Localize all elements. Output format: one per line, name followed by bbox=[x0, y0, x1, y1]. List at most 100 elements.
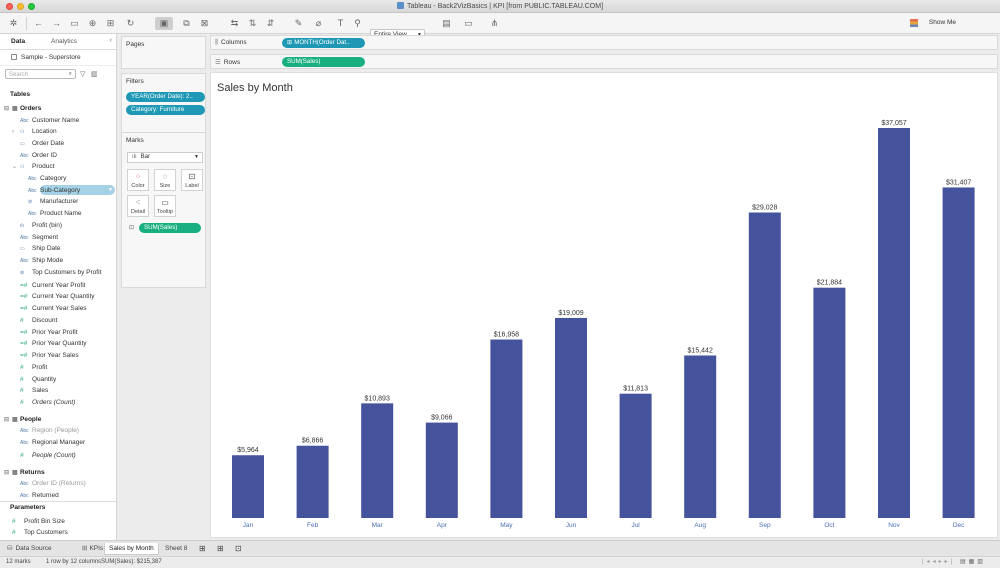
field-region-people[interactable]: Abc Region (People) bbox=[20, 425, 79, 436]
field-current-year-quantity[interactable]: =# Current Year Quantity bbox=[20, 291, 95, 302]
label-button[interactable]: ⊡ Label bbox=[181, 169, 203, 191]
sort-descending-icon[interactable]: ⇵ bbox=[264, 17, 277, 30]
duplicate-sheet-icon[interactable]: ⧉ bbox=[180, 17, 193, 30]
rows-shelf[interactable]: ☰ Rows SUM(Sales) bbox=[210, 54, 998, 69]
tab-analytics[interactable]: Analytics bbox=[51, 38, 77, 45]
undo-icon[interactable]: ← bbox=[32, 17, 45, 30]
bar-apr[interactable] bbox=[425, 422, 458, 518]
show-me-icon[interactable] bbox=[910, 19, 918, 27]
clear-sheet-icon[interactable]: ⊠ bbox=[198, 17, 211, 30]
filter-pill-year[interactable]: YEAR(Order Date): 2.. bbox=[126, 92, 205, 102]
field-discount[interactable]: # Discount bbox=[20, 315, 57, 326]
color-button[interactable]: ⁘ Color bbox=[127, 169, 149, 191]
field-manufacturer[interactable]: ⊘ Manufacturer bbox=[28, 196, 78, 207]
columns-shelf[interactable]: ⫼ Columns ⊞ MONTH(Order Dat.. bbox=[210, 35, 998, 50]
group-members-icon[interactable]: ⌀ bbox=[312, 17, 325, 30]
bar-jun[interactable] bbox=[555, 317, 587, 518]
redo-icon[interactable]: → bbox=[50, 17, 63, 30]
bar-aug[interactable] bbox=[684, 355, 717, 518]
field-current-year-sales[interactable]: =# Current Year Sales bbox=[20, 303, 87, 314]
field-order-id[interactable]: Abc Order ID bbox=[20, 150, 57, 161]
tooltip-button[interactable]: ▭ Tooltip bbox=[154, 195, 176, 217]
bar-sep[interactable] bbox=[748, 212, 781, 518]
collapse-pane-icon[interactable]: ‹ bbox=[110, 37, 112, 44]
new-worksheet-icon[interactable]: ⊞ bbox=[195, 543, 210, 555]
show-cards-icon[interactable]: ▤ bbox=[440, 17, 453, 30]
bar-feb[interactable] bbox=[296, 445, 329, 518]
sort-ascending-icon[interactable]: ⇅ bbox=[246, 17, 259, 30]
field-regional-manager[interactable]: Abc Regional Manager bbox=[20, 437, 85, 448]
table-orders[interactable]: ⊟ ▦ Orders bbox=[4, 103, 41, 114]
field-location[interactable]: › ⚇ Location bbox=[12, 126, 57, 137]
field-quantity[interactable]: # Quantity bbox=[20, 374, 56, 385]
field-category[interactable]: Abc Category bbox=[28, 173, 66, 184]
param-profit-bin-size[interactable]: # Profit Bin Size bbox=[12, 516, 65, 527]
field-order-id-returns[interactable]: Abc Order ID (Returns) bbox=[20, 478, 86, 489]
field-product-name[interactable]: Abc Product Name bbox=[28, 208, 82, 219]
bar-jan[interactable] bbox=[232, 455, 264, 518]
rows-pill-sum-sales[interactable]: SUM(Sales) bbox=[282, 57, 365, 67]
fix-axes-icon[interactable]: ⚲ bbox=[351, 17, 364, 30]
presentation-mode-icon[interactable]: ▭ bbox=[462, 17, 475, 30]
field-profit[interactable]: # Profit bbox=[20, 362, 47, 373]
field-ship-mode[interactable]: Abc Ship Mode bbox=[20, 255, 63, 266]
new-data-source-icon[interactable]: ⊕ bbox=[86, 17, 99, 30]
show-me-button[interactable]: Show Me bbox=[929, 19, 956, 26]
field-sub-category[interactable]: Abc Sub-Category ▼ bbox=[28, 185, 113, 196]
field-prior-year-sales[interactable]: =# Prior Year Sales bbox=[20, 350, 79, 361]
save-icon[interactable]: ▭ bbox=[68, 17, 81, 30]
table-returns[interactable]: ⊟ ▦ Returns bbox=[4, 467, 45, 478]
bar-chart[interactable]: $5,964 Jan $6,866 Feb $10,893 Mar $9,066 Apr $16… bbox=[211, 73, 997, 537]
field-top-customers-by-profit[interactable]: ⊚ Top Customers by Profit bbox=[20, 267, 101, 278]
data-source-tab[interactable]: ⛁ Data Source bbox=[3, 543, 56, 555]
field-prior-year-quantity[interactable]: =# Prior Year Quantity bbox=[20, 338, 87, 349]
marks-card[interactable]: Marks ılı Bar ▼ ⁘ Color ◌ Size ⊡ Label ⁖ Detai… bbox=[121, 132, 206, 288]
sheet-tab-sheet-8[interactable]: Sheet 8 bbox=[161, 543, 191, 555]
refresh-icon[interactable]: ↻ bbox=[124, 17, 137, 30]
detail-button[interactable]: ⁖ Detail bbox=[127, 195, 149, 217]
chevron-down-icon[interactable]: ▼ bbox=[108, 185, 113, 196]
swap-rows-columns-icon[interactable]: ⇆ bbox=[228, 17, 241, 30]
view-options-icon[interactable]: ▥ bbox=[91, 70, 98, 78]
field-sales[interactable]: # Sales bbox=[20, 385, 48, 396]
size-button[interactable]: ◌ Size bbox=[154, 169, 176, 191]
view-mode-icons[interactable]: ▤▦▥ bbox=[960, 557, 986, 568]
field-orders-count[interactable]: # Orders (Count) bbox=[20, 397, 75, 408]
field-people-count[interactable]: # People (Count) bbox=[20, 450, 76, 461]
pause-updates-icon[interactable]: ⊞ bbox=[104, 17, 117, 30]
field-order-date[interactable]: ▭ Order Date bbox=[20, 138, 64, 149]
bar-dec[interactable] bbox=[942, 187, 975, 518]
field-prior-year-profit[interactable]: =# Prior Year Profit bbox=[20, 327, 78, 338]
sheet-tab-kpis[interactable]: ⊞ KPIs bbox=[78, 543, 107, 555]
bar-mar[interactable] bbox=[361, 403, 394, 518]
field-current-year-profit[interactable]: =# Current Year Profit bbox=[20, 280, 85, 291]
field-ship-date[interactable]: ▭ Ship Date bbox=[20, 243, 61, 254]
field-profit-bin[interactable]: ılı Profit (bin) bbox=[20, 220, 62, 231]
field-segment[interactable]: Abc Segment bbox=[20, 232, 58, 243]
mark-type-dropdown[interactable]: ılı Bar ▼ bbox=[127, 152, 203, 163]
highlight-icon[interactable]: ✎ bbox=[292, 17, 305, 30]
bar-nov[interactable] bbox=[878, 128, 910, 518]
pages-card[interactable]: Pages bbox=[121, 36, 206, 69]
table-people[interactable]: ⊟ ▦ People bbox=[4, 414, 41, 425]
filter-icon[interactable]: ▽ bbox=[80, 70, 85, 78]
search-input[interactable]: Search ⌕ bbox=[5, 69, 76, 79]
field-returned[interactable]: Abc Returned bbox=[20, 490, 59, 501]
bar-jul[interactable] bbox=[619, 393, 652, 518]
new-story-icon[interactable]: ⊡ bbox=[231, 543, 246, 555]
bar-oct[interactable] bbox=[813, 287, 846, 518]
share-icon[interactable]: ⋔ bbox=[488, 17, 501, 30]
new-worksheet-icon[interactable]: ▣ bbox=[155, 17, 173, 30]
field-customer-name[interactable]: Abc Customer Name bbox=[20, 115, 79, 126]
bar-may[interactable] bbox=[490, 339, 523, 518]
sheet-tab-sales-by-month[interactable]: Sales by Month bbox=[104, 543, 159, 555]
datasource-item[interactable]: Sample - Superstore bbox=[0, 50, 116, 66]
field-product[interactable]: ⌄ ⚇ Product bbox=[12, 161, 54, 172]
tableau-logo-icon[interactable]: ✲ bbox=[7, 17, 20, 30]
columns-pill-month[interactable]: ⊞ MONTH(Order Dat.. bbox=[282, 38, 365, 48]
filter-pill-category[interactable]: Category: Furniture bbox=[126, 105, 205, 115]
show-labels-icon[interactable]: T bbox=[334, 17, 347, 30]
view-canvas[interactable]: Sales by Month $5,964 Jan $6,866 Feb $10,893… bbox=[210, 72, 998, 538]
new-dashboard-icon[interactable]: ⊞ bbox=[213, 543, 228, 555]
sheet-navigation-icons[interactable]: |◂◂▸▸| bbox=[922, 557, 955, 568]
